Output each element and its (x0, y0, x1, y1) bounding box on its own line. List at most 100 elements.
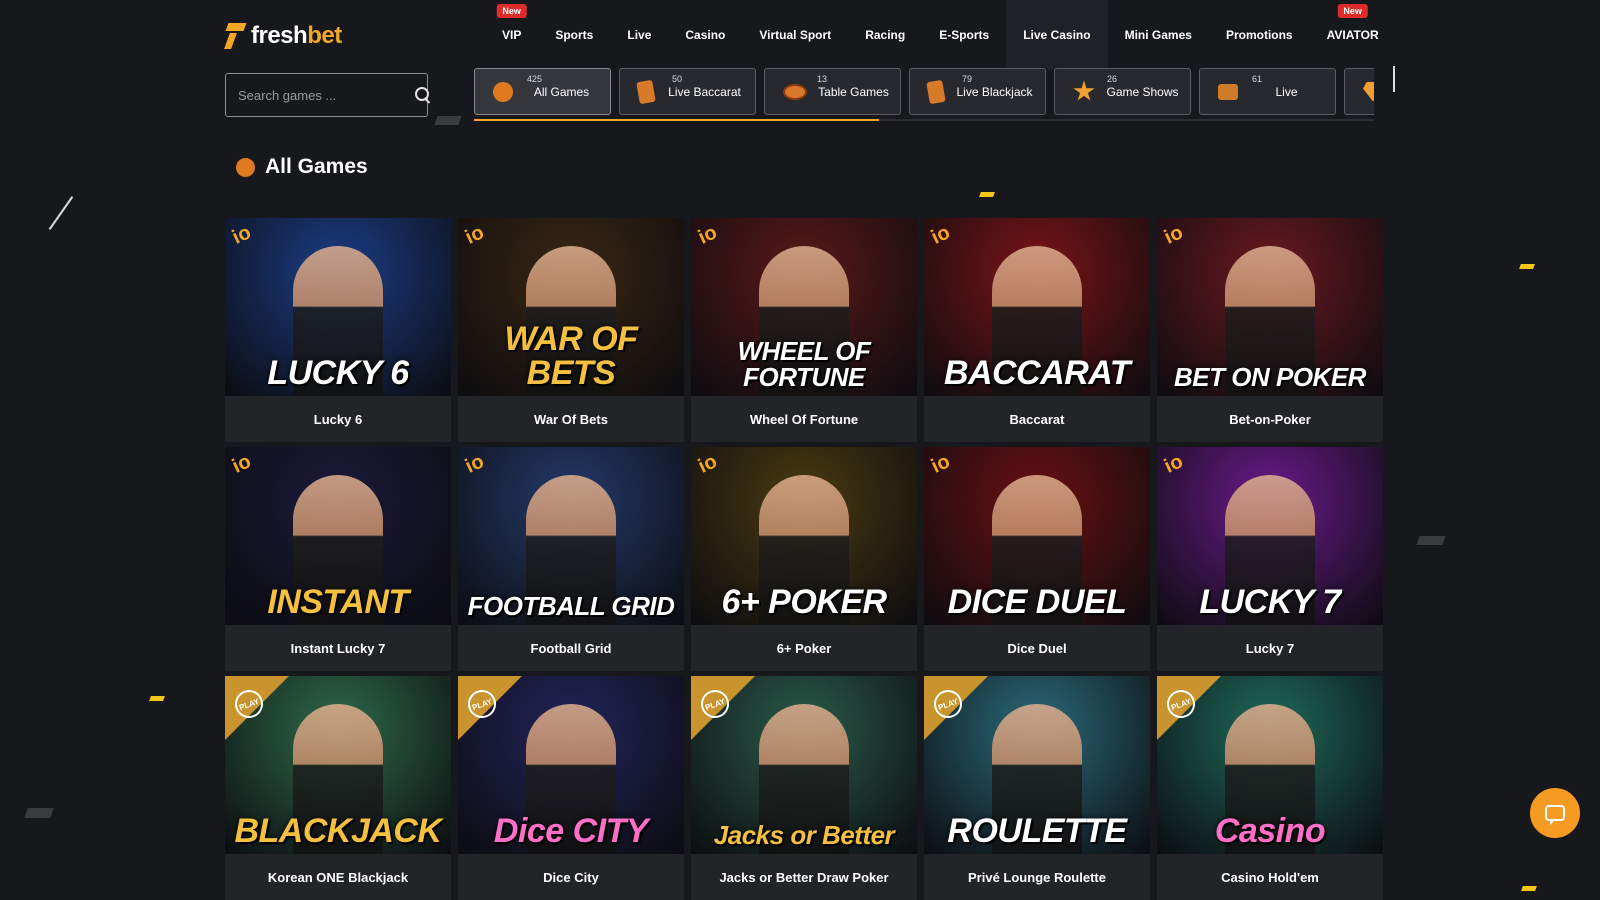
game-thumbnail-title: INSTANT (267, 583, 409, 621)
game-card[interactable]: io FOOTBALL GRID Football Grid (458, 447, 684, 671)
provider-logo-icon: io (228, 450, 255, 478)
game-thumbnail-title: ROULETTE (947, 812, 1127, 850)
game-card[interactable]: PLAY Jacks or Better Jacks or Better Draw … (691, 676, 917, 900)
category-label: Live Blackjack (956, 84, 1033, 99)
game-thumbnail[interactable]: io DICE DUEL (924, 447, 1150, 625)
game-name: Lucky 6 (313, 411, 363, 427)
nav-item-promotions[interactable]: Promotions (1209, 0, 1310, 70)
category-tab-game-shows[interactable]: 26 Game Shows (1054, 68, 1191, 115)
category-count: 79 (962, 74, 973, 84)
category-count: 50 (672, 74, 683, 84)
nav-item-label: Promotions (1225, 28, 1293, 42)
game-thumbnail-title: LUCKY 7 (1199, 583, 1341, 621)
search-input[interactable] (238, 87, 414, 103)
nav-item-label: VIP (502, 28, 522, 42)
live-chat-button[interactable] (1530, 788, 1580, 838)
category-tabs: 425 All Games 50 Live Baccarat 13 Table Games… (474, 68, 1374, 122)
game-card[interactable]: PLAY BLACKJACK Korean ONE Blackjack (225, 676, 451, 900)
game-thumbnail-title: WAR OF BETS (504, 320, 638, 392)
game-thumbnail[interactable]: io FOOTBALL GRID (458, 447, 684, 625)
game-card[interactable]: io DICE DUEL Dice Duel (924, 447, 1150, 671)
nav-item-mini-games[interactable]: Mini Games (1108, 0, 1209, 70)
game-thumbnail[interactable]: PLAY BLACKJACK (225, 676, 451, 854)
logo-mark-icon (225, 23, 247, 49)
game-name: 6+ Poker (776, 640, 832, 656)
game-name: War Of Bets (534, 411, 608, 427)
game-card[interactable]: PLAY Casino Casino Hold'em (1157, 676, 1383, 900)
game-thumbnail[interactable]: io INSTANT (225, 447, 451, 625)
nav-item-aviator[interactable]: AVIATOR New (1310, 0, 1396, 70)
game-name: Baccarat (1009, 411, 1065, 427)
nav-item-virtual-sport[interactable]: Virtual Sport (742, 0, 848, 70)
game-thumbnail-title: BACCARAT (943, 354, 1131, 392)
game-thumbnail[interactable]: io BET ON POKER (1157, 218, 1383, 396)
chat-icon (1545, 805, 1565, 821)
nav-item-label: Sports (555, 28, 594, 42)
game-thumbnail[interactable]: io BACCARAT (924, 218, 1150, 396)
nav-item-casino[interactable]: Casino (668, 0, 742, 70)
category-scrollbar[interactable] (1393, 66, 1395, 92)
game-thumbnail-title: WHEEL OF FORTUNE (737, 336, 871, 392)
game-name: Football Grid (530, 640, 612, 656)
game-thumbnail[interactable]: io LUCKY 7 (1157, 447, 1383, 625)
game-thumbnail[interactable]: io WAR OF BETS (458, 218, 684, 396)
game-card[interactable]: PLAY Dice CITY Dice City (458, 676, 684, 900)
category-tab-more[interactable] (1344, 68, 1374, 115)
category-tab-all-games[interactable]: 425 All Games (474, 68, 611, 115)
game-name: Casino Hold'em (1221, 869, 1319, 885)
game-thumbnail[interactable]: io 6+ POKER (691, 447, 917, 625)
game-thumbnail[interactable]: PLAY ROULETTE (924, 676, 1150, 854)
game-name: Dice Duel (1007, 640, 1067, 656)
game-name: Dice City (543, 869, 599, 885)
section-header: All Games (236, 155, 368, 179)
game-card[interactable]: io WAR OF BETS War Of Bets (458, 218, 684, 442)
game-thumbnail-title: Casino (1214, 812, 1326, 850)
card-icon (926, 79, 946, 104)
nav-item-live-casino[interactable]: Live Casino (1006, 0, 1108, 70)
game-card[interactable]: PLAY ROULETTE Privé Lounge Roulette (924, 676, 1150, 900)
game-card[interactable]: io 6+ POKER 6+ Poker (691, 447, 917, 671)
category-tab-live-blackjack[interactable]: 79 Live Blackjack (909, 68, 1046, 115)
gem-icon (1363, 81, 1374, 102)
game-thumbnail[interactable]: PLAY Casino (1157, 676, 1383, 854)
game-name: Korean ONE Blackjack (267, 869, 409, 885)
confetti-decoration (1521, 886, 1537, 891)
game-name: Bet-on-Poker (1229, 411, 1311, 427)
nav-item-label: Live Casino (1023, 28, 1091, 42)
provider-logo-icon: io (1160, 450, 1187, 478)
game-name: Lucky 7 (1245, 640, 1295, 656)
nav-item-sports[interactable]: Sports (538, 0, 610, 70)
category-tab-live-baccarat[interactable]: 50 Live Baccarat (619, 68, 756, 115)
nav-item-live[interactable]: Live (610, 0, 668, 70)
game-thumbnail-title: BLACKJACK (234, 812, 442, 850)
game-name: Jacks or Better Draw Poker (719, 869, 889, 885)
game-name: Wheel Of Fortune (749, 411, 859, 427)
provider-logo-icon: io (1160, 221, 1187, 249)
category-label: Live Baccarat (668, 84, 741, 99)
category-tab-table-games[interactable]: 13 Table Games (764, 68, 901, 115)
game-card[interactable]: io LUCKY 6 Lucky 6 (225, 218, 451, 442)
search-icon[interactable] (414, 86, 429, 104)
game-card[interactable]: io INSTANT Instant Lucky 7 (225, 447, 451, 671)
game-thumbnail[interactable]: PLAY Dice CITY (458, 676, 684, 854)
category-count: 61 (1252, 74, 1263, 84)
freshbet-logo[interactable]: freshbet (225, 22, 342, 50)
confetti-decoration (24, 808, 54, 818)
confetti-decoration (48, 196, 74, 230)
game-card[interactable]: io BACCARAT Baccarat (924, 218, 1150, 442)
nav-item-vip[interactable]: VIP New (485, 0, 538, 70)
game-card[interactable]: io WHEEL OF FORTUNE Wheel Of Fortune (691, 218, 917, 442)
new-badge: New (1337, 4, 1368, 18)
game-thumbnail[interactable]: io LUCKY 6 (225, 218, 451, 396)
game-thumbnail[interactable]: io WHEEL OF FORTUNE (691, 218, 917, 396)
game-thumbnail[interactable]: PLAY Jacks or Better (691, 676, 917, 854)
category-tab-live[interactable]: 61 Live (1199, 68, 1336, 115)
nav-item-e-sports[interactable]: E-Sports (922, 0, 1006, 70)
provider-logo-icon: io (694, 450, 721, 478)
game-card[interactable]: io BET ON POKER Bet-on-Poker (1157, 218, 1383, 442)
game-card[interactable]: io LUCKY 7 Lucky 7 (1157, 447, 1383, 671)
nav-item-racing[interactable]: Racing (848, 0, 922, 70)
ball-icon (493, 81, 513, 102)
category-scroll-indicator (474, 119, 1374, 121)
game-name: Instant Lucky 7 (290, 640, 386, 656)
